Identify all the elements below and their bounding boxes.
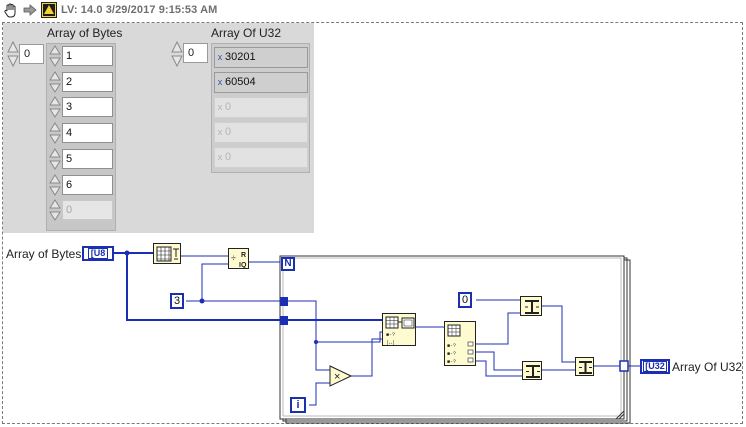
join-numbers-icon [526, 365, 540, 378]
svg-text:■-?: ■-? [447, 343, 456, 349]
block-diagram-wires [112, 250, 640, 424]
constant-zero[interactable]: 0 [458, 292, 472, 308]
join-numbers-icon [579, 361, 592, 374]
svg-text:■-?: ■-? [386, 332, 395, 338]
svg-text:IQ: IQ [239, 262, 247, 269]
multiply-icon: × [334, 371, 340, 383]
array-of-bytes-terminal[interactable]: [U8 [82, 246, 114, 261]
index-array-node[interactable]: ■-? ■-? ■-? [444, 321, 476, 366]
join-numbers-node[interactable] [575, 357, 594, 376]
array-of-u32-terminal-label: Array Of U32 [672, 360, 743, 374]
array-size-icon [156, 246, 179, 262]
loop-iteration-terminal[interactable]: i [290, 397, 306, 413]
array-of-bytes-terminal-label: Array of Bytes [6, 247, 82, 261]
array-size-node[interactable] [153, 243, 181, 264]
loop-count-terminal[interactable]: N [281, 257, 295, 271]
array-of-u32-terminal[interactable]: [U32 [640, 359, 670, 374]
quotient-remainder-icon: R ÷ IQ [231, 252, 247, 269]
svg-text:÷: ÷ [231, 253, 236, 263]
constant-three[interactable]: 3 [170, 293, 184, 309]
join-numbers-node[interactable] [520, 296, 542, 316]
array-subset-node[interactable]: ■-? |↔| [382, 313, 416, 346]
svg-text:■-?: ■-? [447, 351, 456, 357]
svg-text:|↔|: |↔| [386, 340, 395, 346]
multiply-node[interactable]: × [329, 365, 352, 387]
join-numbers-icon [525, 300, 539, 314]
svg-text:■-?: ■-? [447, 359, 456, 365]
array-subset-icon: ■-? |↔| [385, 316, 415, 346]
join-numbers-node[interactable] [522, 361, 542, 380]
index-array-icon: ■-? ■-? ■-? [447, 324, 474, 365]
quotient-remainder-node[interactable]: R ÷ IQ [228, 248, 249, 269]
svg-text:R: R [241, 252, 246, 259]
